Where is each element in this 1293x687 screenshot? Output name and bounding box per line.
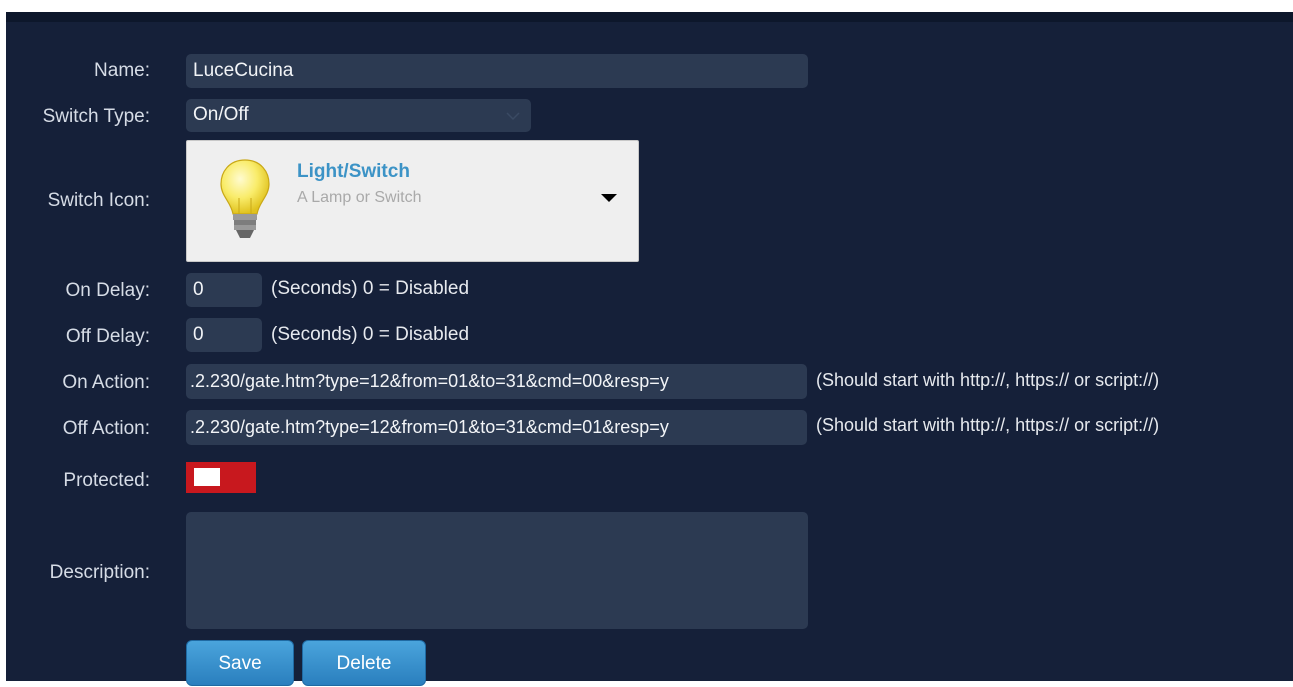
on-action-input[interactable] xyxy=(186,364,807,399)
protected-toggle[interactable] xyxy=(186,462,256,493)
switch-icon-dropdown[interactable]: Light/Switch A Lamp or Switch xyxy=(186,140,639,262)
on-delay-label: On Delay: xyxy=(65,280,150,301)
on-delay-input[interactable] xyxy=(186,273,262,307)
delete-button[interactable]: Delete xyxy=(302,640,426,686)
off-action-hint: (Should start with http://, https:// or … xyxy=(816,415,1160,435)
off-delay-hint: (Seconds) 0 = Disabled xyxy=(271,324,470,345)
device-edit-panel: Name: Switch Type: On/Off Switch Icon: xyxy=(6,12,1293,686)
off-delay-label: Off Delay: xyxy=(65,326,150,347)
off-delay-input[interactable] xyxy=(186,318,262,352)
save-button[interactable]: Save xyxy=(186,640,294,686)
name-label: Name: xyxy=(94,60,150,81)
on-delay-hint: (Seconds) 0 = Disabled xyxy=(271,278,470,299)
on-action-hint: (Should start with http://, https:// or … xyxy=(816,370,1160,390)
switch-icon-label: Switch Icon: xyxy=(47,190,150,211)
light-bulb-icon xyxy=(220,159,270,238)
on-action-label: On Action: xyxy=(62,372,150,393)
chevron-down-icon xyxy=(506,112,520,121)
off-action-input[interactable] xyxy=(186,410,807,445)
switch-type-select[interactable]: On/Off xyxy=(186,99,531,132)
caret-down-icon[interactable] xyxy=(601,194,617,202)
switch-icon-subtitle: A Lamp or Switch xyxy=(297,189,422,206)
name-input[interactable] xyxy=(186,54,808,88)
protected-label: Protected: xyxy=(63,470,150,491)
toggle-knob xyxy=(194,468,220,486)
switch-type-value: On/Off xyxy=(193,104,249,125)
off-action-label: Off Action: xyxy=(62,418,150,439)
switch-type-label: Switch Type: xyxy=(42,106,150,127)
description-label: Description: xyxy=(49,562,150,583)
description-textarea[interactable] xyxy=(186,512,808,629)
switch-icon-title: Light/Switch xyxy=(297,161,410,182)
